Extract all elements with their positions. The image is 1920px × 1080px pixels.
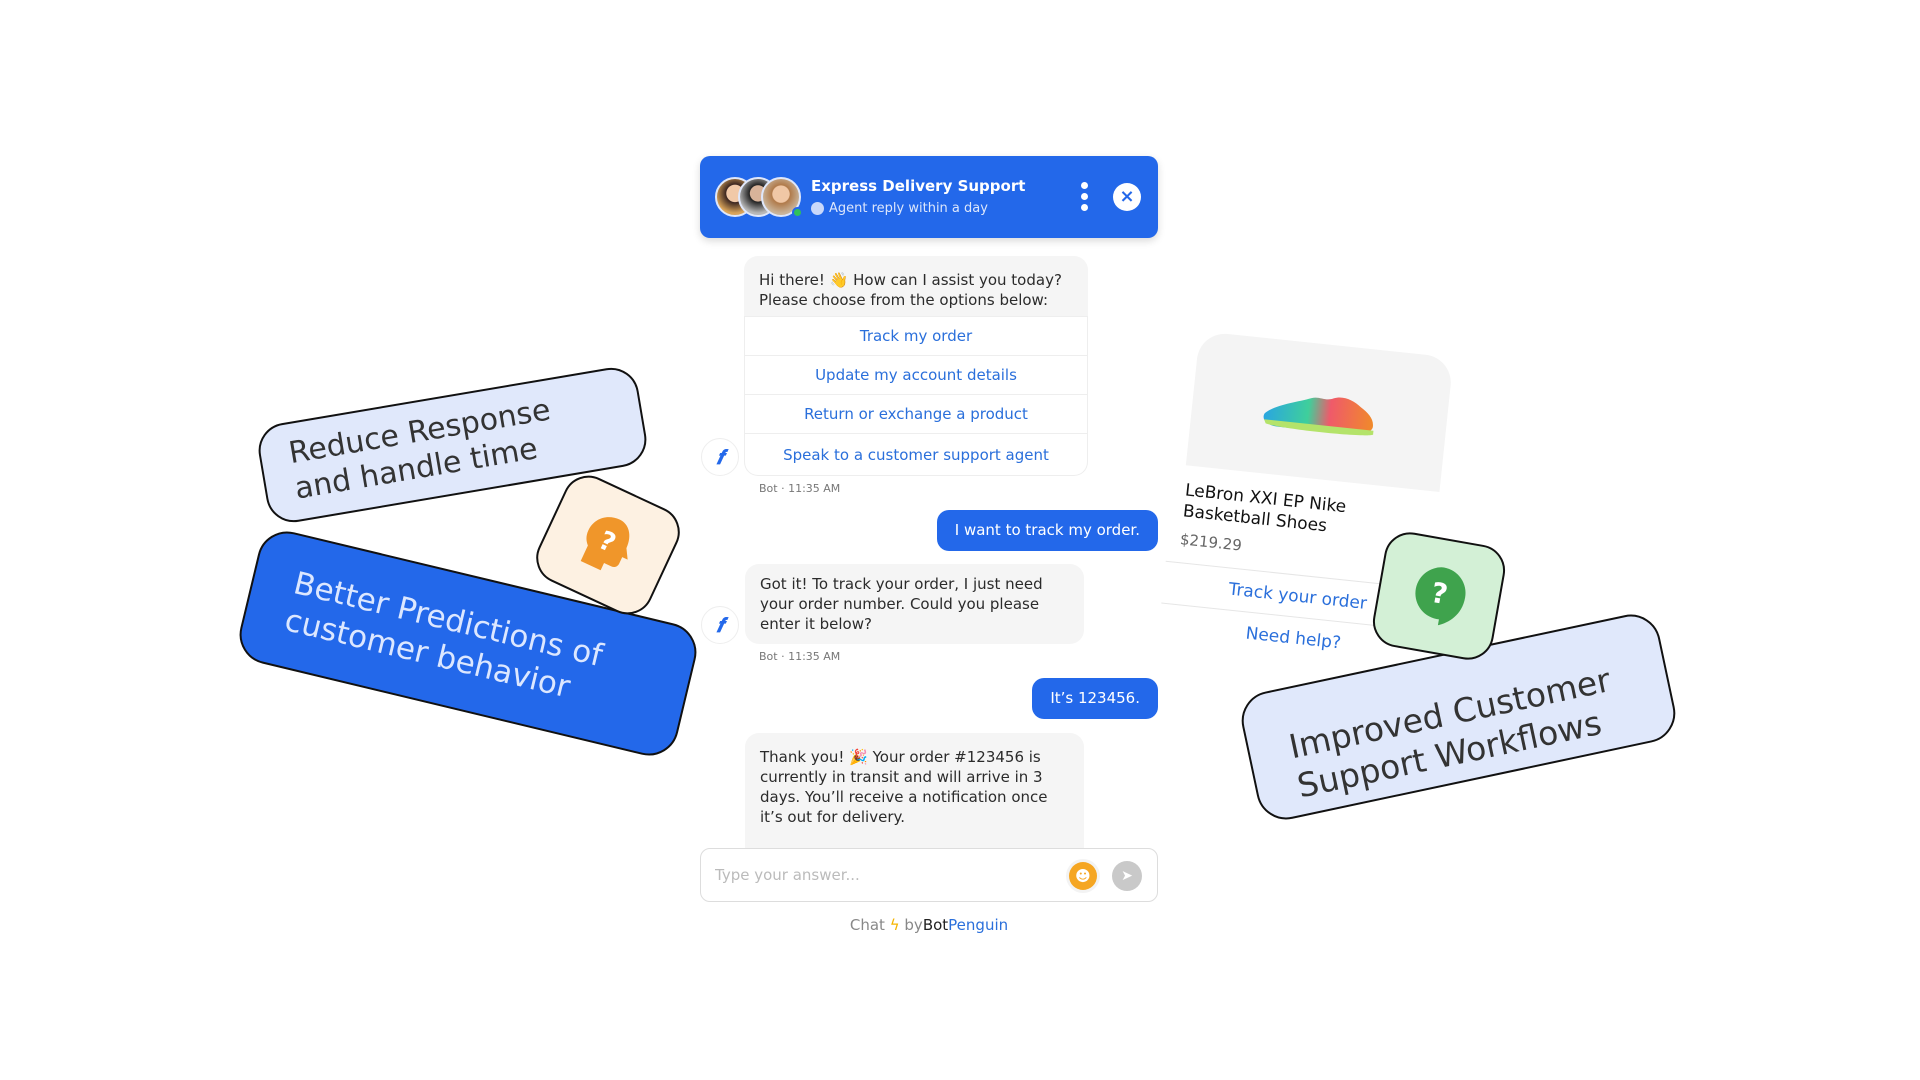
powered-by: Chat ϟ byBotPenguin <box>700 916 1158 934</box>
greeting-text: Hi there! 👋 How can I assist you today? … <box>744 256 1088 316</box>
brand-bot[interactable]: Bot <box>923 916 948 934</box>
clock-icon <box>811 202 824 215</box>
message-input-bar: ☻ ➤ <box>700 848 1158 902</box>
bot-message: Thank you! 🎉 Your order #123456 is curre… <box>745 733 1084 853</box>
bot-timestamp: Bot · 11:35 AM <box>759 482 841 495</box>
head-question-icon: ? <box>580 517 630 571</box>
user-message: It’s 123456. <box>1032 678 1158 719</box>
bolt-icon: ϟ <box>889 916 900 934</box>
option-return-exchange[interactable]: Return or exchange a product <box>745 394 1087 433</box>
quick-replies: Track my order Update my account details… <box>744 316 1088 476</box>
message-input[interactable] <box>715 863 1045 887</box>
bot-timestamp: Bot · 11:35 AM <box>759 650 841 663</box>
footer-chat: Chat <box>849 916 885 934</box>
footer-by: by <box>904 916 923 934</box>
close-button[interactable]: × <box>1113 183 1141 211</box>
option-update-account[interactable]: Update my account details <box>745 355 1087 394</box>
send-icon[interactable]: ➤ <box>1112 861 1142 891</box>
brand-penguin[interactable]: Penguin <box>948 916 1008 934</box>
chat-header: Express Delivery Support Agent reply wit… <box>700 156 1158 238</box>
option-speak-agent[interactable]: Speak to a customer support agent <box>745 433 1087 475</box>
reply-time: Agent reply within a day <box>829 201 988 216</box>
product-price: $219.29 <box>1179 530 1243 555</box>
chat-title: Express Delivery Support <box>811 177 1026 195</box>
shoe-image <box>1263 397 1374 435</box>
bot-message: Got it! To track your order, I just need… <box>745 564 1084 644</box>
help-icon-card: ? <box>1368 528 1510 664</box>
emoji-icon[interactable]: ☻ <box>1069 862 1097 890</box>
bot-avatar-icon: 𝒇 <box>701 438 739 476</box>
option-track-order[interactable]: Track my order <box>745 316 1087 355</box>
bot-avatar-icon: 𝒇 <box>701 606 739 644</box>
online-status-dot <box>792 207 803 218</box>
chat-subtitle: Agent reply within a day <box>811 201 988 216</box>
bot-message-greeting: Hi there! 👋 How can I assist you today? … <box>744 256 1088 476</box>
product-image <box>1185 331 1454 492</box>
user-message: I want to track my order. <box>936 510 1158 551</box>
improved-text: Improved Customer Support Workflows <box>1285 660 1614 806</box>
chat-question-icon: ? <box>1415 567 1466 626</box>
more-options-icon[interactable] <box>1081 182 1089 215</box>
